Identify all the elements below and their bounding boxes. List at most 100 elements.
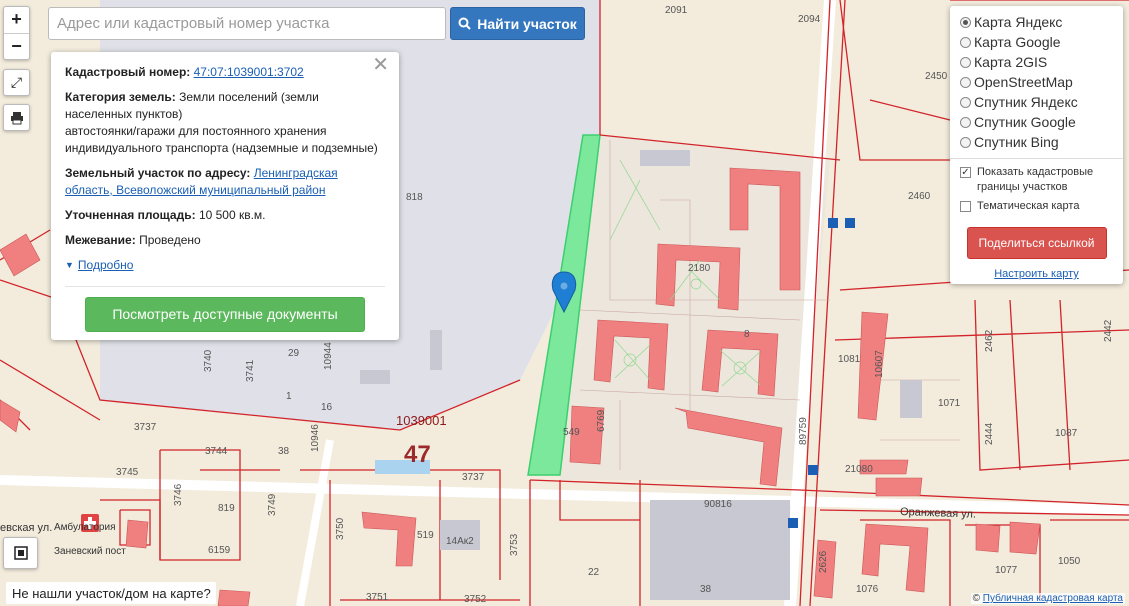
layer-option-label: Спутник Bing bbox=[974, 134, 1059, 150]
svg-text:89759: 89759 bbox=[798, 417, 809, 445]
thematic-map-checkbox[interactable]: Тематическая карта bbox=[960, 199, 1113, 214]
find-parcel-button[interactable]: Найти участок bbox=[450, 7, 585, 40]
svg-text:2091: 2091 bbox=[665, 5, 688, 16]
svg-text:1050: 1050 bbox=[1058, 556, 1081, 567]
radio-icon bbox=[960, 136, 971, 148]
layer-option-label: OpenStreetMap bbox=[974, 74, 1073, 90]
cadastral-number-label: Кадастровый номер: bbox=[65, 65, 191, 79]
land-category-row: Категория земель: Земли поселений (земли… bbox=[65, 89, 385, 157]
zoom-out-button[interactable]: − bbox=[4, 32, 29, 60]
layer-option-label: Карта Яндекс bbox=[974, 14, 1063, 30]
svg-text:519: 519 bbox=[417, 530, 434, 541]
svg-text:8: 8 bbox=[744, 329, 750, 340]
area-value: 10 500 кв.м. bbox=[198, 208, 266, 222]
clinic-label: Заневский пост bbox=[54, 546, 126, 557]
checkbox-unchecked-icon bbox=[960, 201, 971, 212]
checkbox-checked-icon: ✓ bbox=[960, 167, 971, 178]
attribution: © Публичная кадастровая карта bbox=[970, 593, 1125, 604]
radio-icon bbox=[960, 76, 971, 88]
fullscreen-button[interactable]: ⤢ bbox=[3, 69, 30, 96]
close-icon[interactable]: ✕ bbox=[372, 55, 389, 75]
radio-icon bbox=[960, 116, 971, 128]
zoom-control: + − bbox=[3, 6, 30, 60]
survey-label: Межевание: bbox=[65, 233, 136, 247]
show-borders-checkbox[interactable]: ✓ Показать кадастровые границы участков bbox=[960, 165, 1113, 195]
svg-text:10607: 10607 bbox=[874, 350, 885, 378]
svg-text:818: 818 bbox=[406, 192, 423, 203]
find-parcel-label: Найти участок bbox=[477, 15, 577, 32]
layer-option[interactable]: Карта 2GIS bbox=[960, 52, 1113, 72]
region-label: 47 bbox=[404, 441, 431, 468]
caret-down-icon: ▼ bbox=[65, 260, 74, 270]
svg-text:2444: 2444 bbox=[984, 422, 995, 445]
svg-text:3753: 3753 bbox=[509, 533, 520, 556]
cadastral-number-link[interactable]: 47:07:1039001:3702 bbox=[194, 65, 304, 79]
parcel-info-popup: ✕ Кадастровый номер: 47:07:1039001:3702 … bbox=[51, 52, 399, 340]
svg-text:2462: 2462 bbox=[984, 329, 995, 352]
svg-text:1076: 1076 bbox=[856, 584, 879, 595]
svg-text:3737: 3737 bbox=[134, 422, 157, 433]
layer-option-label: Спутник Яндекс bbox=[974, 94, 1078, 110]
quarter-label: 1039001 bbox=[396, 413, 447, 428]
svg-text:29: 29 bbox=[288, 348, 300, 359]
survey-row: Межевание: Проведено bbox=[65, 232, 385, 249]
svg-text:3744: 3744 bbox=[205, 446, 228, 457]
address-row: Земельный участок по адресу: Ленинградск… bbox=[65, 165, 385, 199]
svg-text:819: 819 bbox=[218, 503, 235, 514]
radio-icon bbox=[960, 56, 971, 68]
expand-icon: ⤢ bbox=[10, 74, 23, 90]
print-button[interactable] bbox=[3, 104, 30, 131]
svg-text:1071: 1071 bbox=[938, 398, 961, 409]
svg-text:549: 549 bbox=[563, 427, 580, 438]
layer-options: Карта Яндекс Карта Google Карта 2GIS OpenSt… bbox=[960, 12, 1113, 152]
copyright-symbol: © bbox=[972, 593, 980, 604]
svg-text:2450: 2450 bbox=[925, 71, 948, 82]
svg-text:38: 38 bbox=[278, 446, 290, 457]
view-documents-button[interactable]: Посмотреть доступные документы bbox=[85, 297, 365, 332]
attribution-link[interactable]: Публичная кадастровая карта bbox=[983, 593, 1123, 604]
svg-text:90816: 90816 bbox=[704, 499, 732, 510]
svg-text:6769: 6769 bbox=[596, 409, 607, 432]
svg-text:1087: 1087 bbox=[1055, 428, 1078, 439]
layer-option[interactable]: Спутник Яндекс bbox=[960, 92, 1113, 112]
svg-text:2442: 2442 bbox=[1103, 319, 1114, 342]
layer-option[interactable]: Спутник Google bbox=[960, 112, 1113, 132]
layer-option[interactable]: Карта Яндекс bbox=[960, 12, 1113, 32]
svg-text:16: 16 bbox=[321, 402, 333, 413]
share-link-button[interactable]: Поделиться ссылкой bbox=[966, 227, 1107, 259]
not-found-link[interactable]: Не нашли участок/дом на карте? bbox=[6, 582, 216, 604]
details-label: Подробно bbox=[77, 258, 134, 272]
search-icon bbox=[458, 17, 471, 30]
svg-text:3745: 3745 bbox=[116, 467, 139, 478]
map-layers-panel: Карта Яндекс Карта Google Карта 2GIS OpenSt… bbox=[950, 6, 1123, 284]
svg-text:38: 38 bbox=[700, 584, 712, 595]
printer-icon bbox=[10, 111, 23, 124]
layer-option[interactable]: OpenStreetMap bbox=[960, 72, 1113, 92]
svg-text:22: 22 bbox=[588, 567, 600, 578]
svg-text:3749: 3749 bbox=[267, 493, 278, 516]
svg-text:3737: 3737 bbox=[462, 472, 485, 483]
configure-map-link[interactable]: Настроить карту bbox=[960, 268, 1113, 280]
thematic-map-label: Тематическая карта bbox=[977, 200, 1080, 212]
radio-icon bbox=[960, 16, 971, 28]
legend-button[interactable] bbox=[3, 537, 38, 569]
details-toggle[interactable]: ▼ Подробно bbox=[65, 257, 385, 287]
svg-text:1: 1 bbox=[286, 391, 292, 402]
svg-text:3746: 3746 bbox=[173, 483, 184, 506]
zoom-in-button[interactable]: + bbox=[4, 7, 29, 33]
address-label: Земельный участок по адресу: bbox=[65, 166, 251, 180]
radio-icon bbox=[960, 96, 971, 108]
area-row: Уточненная площадь: 10 500 кв.м. bbox=[65, 207, 385, 224]
svg-text:10946: 10946 bbox=[310, 424, 321, 452]
layer-option[interactable]: Спутник Bing bbox=[960, 132, 1113, 152]
layer-option[interactable]: Карта Google bbox=[960, 32, 1113, 52]
svg-text:2094: 2094 bbox=[798, 14, 821, 25]
svg-text:3741: 3741 bbox=[245, 359, 256, 382]
search-input[interactable] bbox=[48, 7, 446, 40]
svg-text:6159: 6159 bbox=[208, 545, 231, 556]
svg-text:1077: 1077 bbox=[995, 565, 1018, 576]
layers-divider bbox=[950, 158, 1123, 159]
layer-option-label: Карта Google bbox=[974, 34, 1061, 50]
svg-text:2460: 2460 bbox=[908, 191, 931, 202]
svg-text:21080: 21080 bbox=[845, 464, 873, 475]
